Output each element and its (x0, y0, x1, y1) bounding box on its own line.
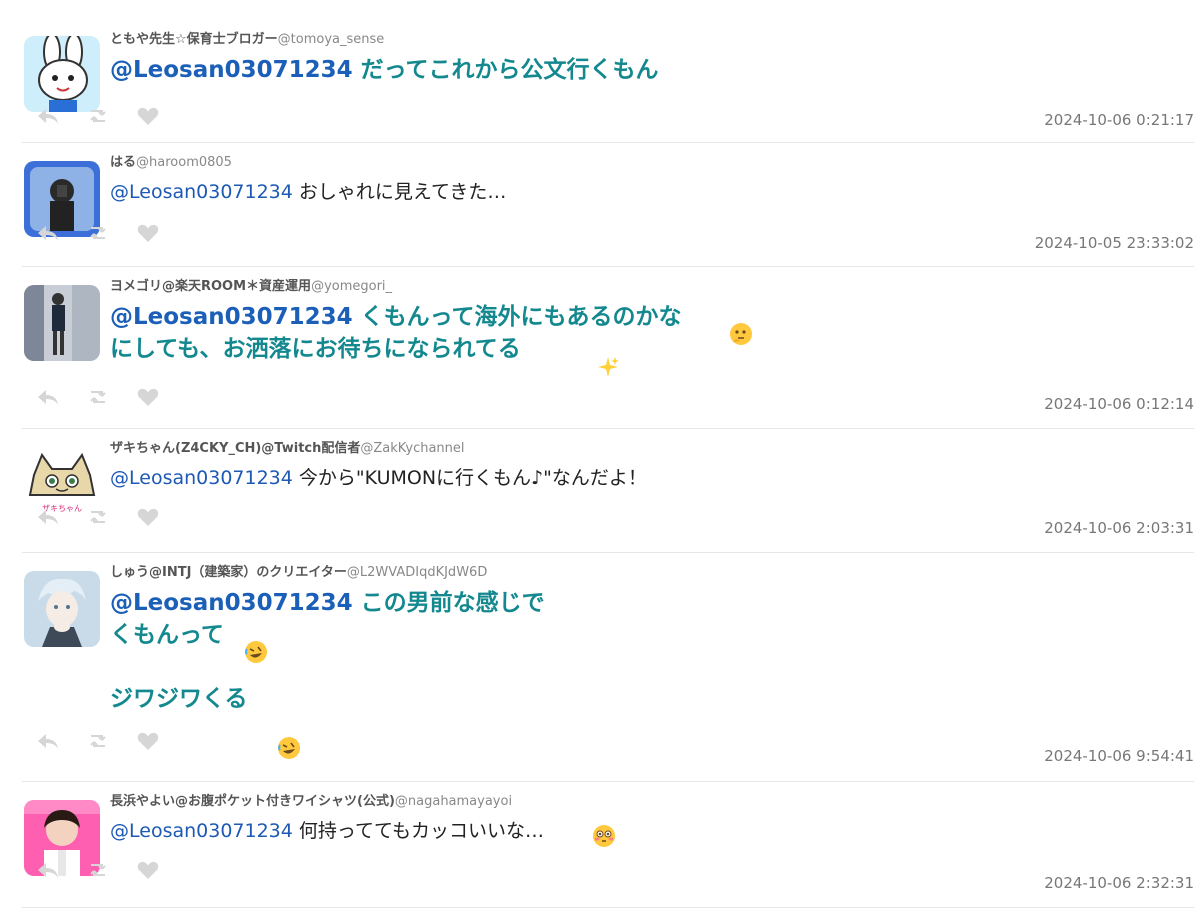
user-handle[interactable]: @yomegori_ (311, 279, 392, 294)
mention-link[interactable]: @Leosan03071234 (110, 304, 353, 330)
mention-link[interactable]: @Leosan03071234 (110, 467, 293, 489)
tweet-text: @Leosan03071234 今から"KUMONに行くもん♪"なんだよ！ (110, 463, 1194, 493)
retweet-icon[interactable] (84, 104, 112, 128)
retweet-icon[interactable] (84, 858, 112, 882)
user-handle[interactable]: @haroom0805 (136, 155, 232, 170)
tweet-actions (34, 219, 162, 247)
user-handle[interactable]: @L2WVADIqdKJdW6D (347, 565, 487, 580)
reply-icon[interactable] (34, 858, 62, 882)
tweet-item: はる@haroom0805 @Leosan03071234 おしゃれに見えてきた… (22, 143, 1194, 267)
mention-link[interactable]: @Leosan03071234 (110, 57, 353, 83)
heart-icon[interactable] (134, 729, 162, 753)
tweet-actions (34, 727, 162, 755)
user-name[interactable]: ザキちゃん(Z4CKY_CH)@Twitch配信者 (110, 441, 360, 456)
avatar[interactable] (24, 571, 100, 647)
thinking-face-icon (730, 323, 752, 345)
tweet-list: ともや先生☆保育士ブロガー@tomoya_sense @Leosan030712… (22, 20, 1194, 908)
user-handle[interactable]: @ZakKychannel (360, 441, 464, 456)
tweet-text: @Leosan03071234 おしゃれに見えてきた… (110, 177, 1194, 207)
heart-icon[interactable] (134, 221, 162, 245)
reply-icon[interactable] (34, 729, 62, 753)
reply-icon[interactable] (34, 505, 62, 529)
retweet-icon[interactable] (84, 385, 112, 409)
tweet-body: 何持っててもカッコいいな… (292, 820, 544, 842)
tweet-item: しゅう@INTJ（建築家）のクリエイター@L2WVADIqdKJdW6D @Le… (22, 553, 1194, 782)
reply-icon[interactable] (34, 221, 62, 245)
timestamp: 2024-10-06 0:21:17 (1044, 111, 1194, 129)
timestamp: 2024-10-06 2:03:31 (1044, 519, 1194, 537)
heart-icon[interactable] (134, 104, 162, 128)
mention-link[interactable]: @Leosan03071234 (110, 820, 293, 842)
user-name[interactable]: はる (110, 155, 136, 170)
user-name[interactable]: 長浜やよい@お腹ポケット付きワイシャツ(公式) (110, 794, 395, 809)
tweet-actions (34, 102, 162, 130)
user-name[interactable]: ともや先生☆保育士ブロガー (110, 32, 278, 47)
tweet-actions (34, 856, 162, 884)
mention-link[interactable]: @Leosan03071234 (110, 181, 293, 203)
tweet-item: 長浜やよい@お腹ポケット付きワイシャツ(公式)@nagahamayayoi @L… (22, 782, 1194, 908)
user-handle[interactable]: @nagahamayayoi (395, 794, 512, 809)
tweet-actions (34, 383, 162, 411)
tweet-text: @Leosan03071234 何持っててもカッコいいな… (110, 816, 1194, 846)
tweet-item: ザキちゃん ザキちゃん(Z4CKY_CH)@Twitch配信者@ZakKycha… (22, 429, 1194, 553)
tweet-text: @Leosan03071234 この男前な感じで くもんって ジワジワくる (110, 587, 1194, 715)
timestamp: 2024-10-06 2:32:31 (1044, 874, 1194, 892)
timestamp: 2024-10-06 0:12:14 (1044, 395, 1194, 413)
user-name[interactable]: ヨメゴリ@楽天ROOM＊資産運用 (110, 279, 311, 294)
flushed-face-icon (593, 825, 615, 847)
reply-icon[interactable] (34, 104, 62, 128)
heart-icon[interactable] (134, 385, 162, 409)
tweet-body: だってこれから公文行くもん (352, 57, 659, 83)
tweet-body: 今から"KUMONに行くもん♪"なんだよ！ (292, 467, 647, 489)
tweet-text: @Leosan03071234 くもんって海外にもあるのかな にしても、お洒落に… (110, 301, 1194, 365)
sparkles-icon (598, 357, 619, 377)
rolling-laughing-icon (278, 737, 300, 759)
tweet-body: おしゃれに見えてきた… (292, 181, 507, 203)
rolling-laughing-icon (245, 641, 267, 663)
retweet-icon[interactable] (84, 221, 112, 245)
heart-icon[interactable] (134, 858, 162, 882)
timestamp: 2024-10-05 23:33:02 (1034, 234, 1194, 252)
reply-icon[interactable] (34, 385, 62, 409)
tweet-text: @Leosan03071234 だってこれから公文行くもん (110, 54, 1194, 86)
user-name[interactable]: しゅう@INTJ（建築家）のクリエイター (110, 565, 347, 580)
timestamp: 2024-10-06 9:54:41 (1044, 747, 1194, 765)
tweet-actions (34, 503, 162, 531)
retweet-icon[interactable] (84, 505, 112, 529)
retweet-icon[interactable] (84, 729, 112, 753)
tweet-item: ヨメゴリ@楽天ROOM＊資産運用@yomegori_ @Leosan030712… (22, 267, 1194, 429)
heart-icon[interactable] (134, 505, 162, 529)
user-handle[interactable]: @tomoya_sense (278, 32, 385, 47)
mention-link[interactable]: @Leosan03071234 (110, 590, 353, 616)
avatar[interactable] (24, 36, 100, 112)
tweet-item: ともや先生☆保育士ブロガー@tomoya_sense @Leosan030712… (22, 20, 1194, 143)
avatar[interactable] (24, 285, 100, 361)
